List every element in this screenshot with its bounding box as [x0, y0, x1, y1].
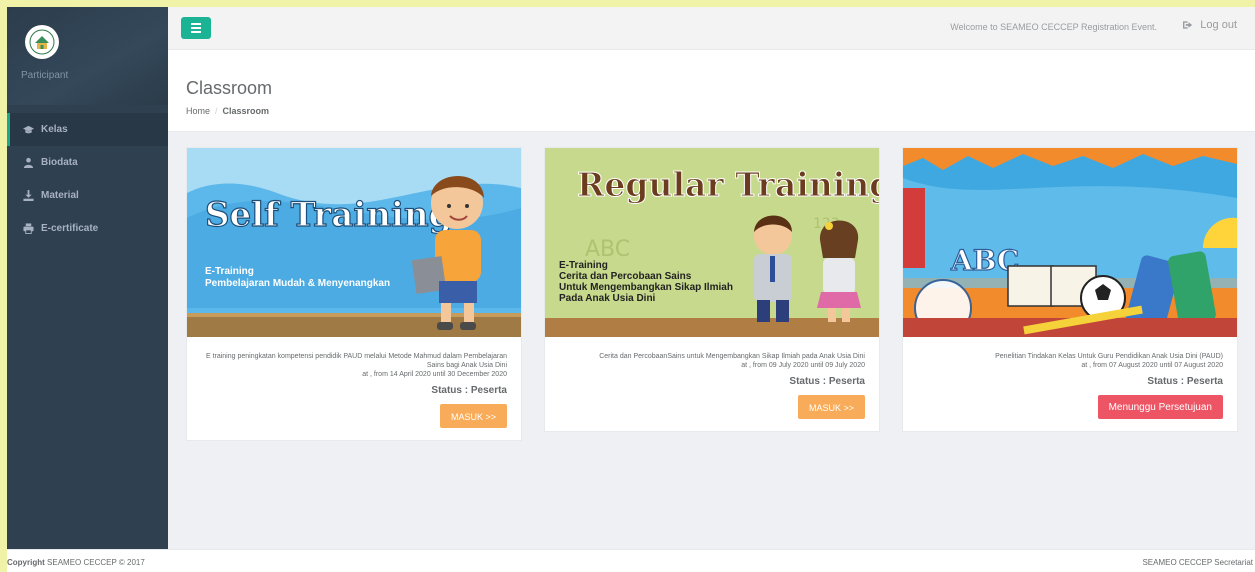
regular-training-banner: Regular Training ABC 123 E-Training Ceri…: [545, 148, 879, 337]
seameo-ceccep-logo[interactable]: [25, 25, 59, 59]
banner-line-2: Cerita dan Percobaan Sains: [559, 271, 692, 282]
breadcrumb: Home / Classroom: [186, 106, 269, 116]
footer-secretariat: SEAMEO CECCEP Secretariat: [1142, 558, 1253, 567]
user-icon: [21, 157, 35, 169]
sidebar-item-label: Material: [41, 190, 79, 201]
profile-role: Participant: [21, 70, 69, 81]
logout-link[interactable]: Log out: [1183, 19, 1237, 31]
sidebar-profile: Participant: [7, 7, 168, 105]
breadcrumb-home[interactable]: Home: [186, 106, 210, 116]
banner-line-3: Untuk Mengembangkan Sikap Ilmiah: [559, 282, 733, 293]
banner-title: Self Training: [205, 195, 452, 235]
class-description: E training peningkatan kompetensi pendid…: [205, 353, 507, 369]
banner-line-1: E-Training: [559, 260, 608, 271]
page-title: Classroom: [186, 78, 273, 98]
regular-training-illustration: Regular Training ABC 123 E-Training Ceri…: [545, 148, 879, 337]
footer: Copyright SEAMEO CECCEP © 2017 SEAMEO CE…: [7, 549, 1255, 572]
sidebar-item-kelas[interactable]: Kelas: [7, 113, 168, 146]
pending-approval-button[interactable]: Menunggu Persetujuan: [1097, 395, 1223, 419]
self-training-illustration: Self Training E-Training Pembelajaran Mu…: [187, 148, 521, 337]
card-body: E training peningkatan kompetensi pendid…: [187, 337, 521, 440]
banner-line-1: E-Training: [205, 266, 254, 277]
class-dates: at , from 14 April 2020 until 30 Decembe…: [362, 371, 507, 378]
status-label: Status : Peserta: [789, 376, 865, 387]
school-supplies-banner: ABC: [903, 148, 1237, 337]
class-card: ABC Penelitian Tindakan Kelas Untuk Guru…: [902, 147, 1238, 432]
sidebar: Participant Kelas Biodata Material E-cer…: [7, 7, 168, 549]
status-label: Status : Peserta: [1147, 376, 1223, 387]
banner-line-2: Pembelajaran Mudah & Menyenangkan: [205, 278, 390, 289]
app-frame: Participant Kelas Biodata Material E-cer…: [7, 7, 1255, 572]
print-icon: [21, 223, 35, 235]
class-dates: at , from 07 August 2020 until 07 August…: [1081, 362, 1223, 369]
logout-label: Log out: [1200, 19, 1237, 31]
self-training-banner: Self Training E-Training Pembelajaran Mu…: [187, 148, 521, 337]
graduation-cap-icon: [21, 124, 35, 136]
copyright-label: Copyright: [7, 558, 45, 567]
sidebar-item-label: Biodata: [41, 157, 78, 168]
card-body: Penelitian Tindakan Kelas Untuk Guru Pen…: [903, 337, 1237, 431]
sidebar-item-material[interactable]: Material: [7, 179, 168, 212]
menu-toggle-button[interactable]: [181, 17, 211, 39]
status-label: Status : Peserta: [431, 385, 507, 396]
class-description: Cerita dan PercobaanSains untuk Mengemba…: [599, 353, 865, 360]
page-heading: Classroom Home / Classroom: [168, 50, 1255, 132]
class-card: Regular Training ABC 123 E-Training Ceri…: [544, 147, 880, 432]
school-supplies-illustration: ABC: [903, 148, 1237, 337]
banner-title: Regular Training: [577, 165, 879, 204]
sidebar-item-biodata[interactable]: Biodata: [7, 146, 168, 179]
banner-abc: ABC: [585, 237, 630, 262]
card-body: Cerita dan PercobaanSains untuk Mengemba…: [545, 337, 879, 431]
copyright-text: SEAMEO CECCEP © 2017: [47, 558, 145, 567]
sign-out-icon: [1183, 21, 1193, 29]
breadcrumb-separator: /: [215, 106, 218, 116]
banner-line-4: Pada Anak Usia Dini: [559, 293, 656, 304]
class-description: Penelitian Tindakan Kelas Untuk Guru Pen…: [995, 353, 1223, 360]
sidebar-item-label: Kelas: [41, 124, 68, 135]
sidebar-item-ecertificate[interactable]: E-certificate: [7, 212, 168, 245]
class-dates: at , from 09 July 2020 until 09 July 202…: [741, 362, 865, 369]
masuk-button[interactable]: MASUK >>: [439, 404, 507, 428]
masuk-button[interactable]: MASUK >>: [797, 395, 865, 419]
footer-copyright: Copyright SEAMEO CECCEP © 2017: [7, 558, 145, 567]
class-card: Self Training E-Training Pembelajaran Mu…: [186, 147, 522, 441]
breadcrumb-current: Classroom: [222, 106, 270, 116]
sidebar-nav: Kelas Biodata Material E-certificate: [7, 113, 168, 245]
download-icon: [21, 190, 35, 202]
welcome-message: Welcome to SEAMEO CECCEP Registration Ev…: [950, 22, 1157, 32]
logo-emblem: [29, 29, 55, 55]
top-navbar: Welcome to SEAMEO CECCEP Registration Ev…: [168, 7, 1255, 50]
sidebar-item-label: E-certificate: [41, 223, 99, 234]
hamburger-icon: [191, 21, 201, 35]
